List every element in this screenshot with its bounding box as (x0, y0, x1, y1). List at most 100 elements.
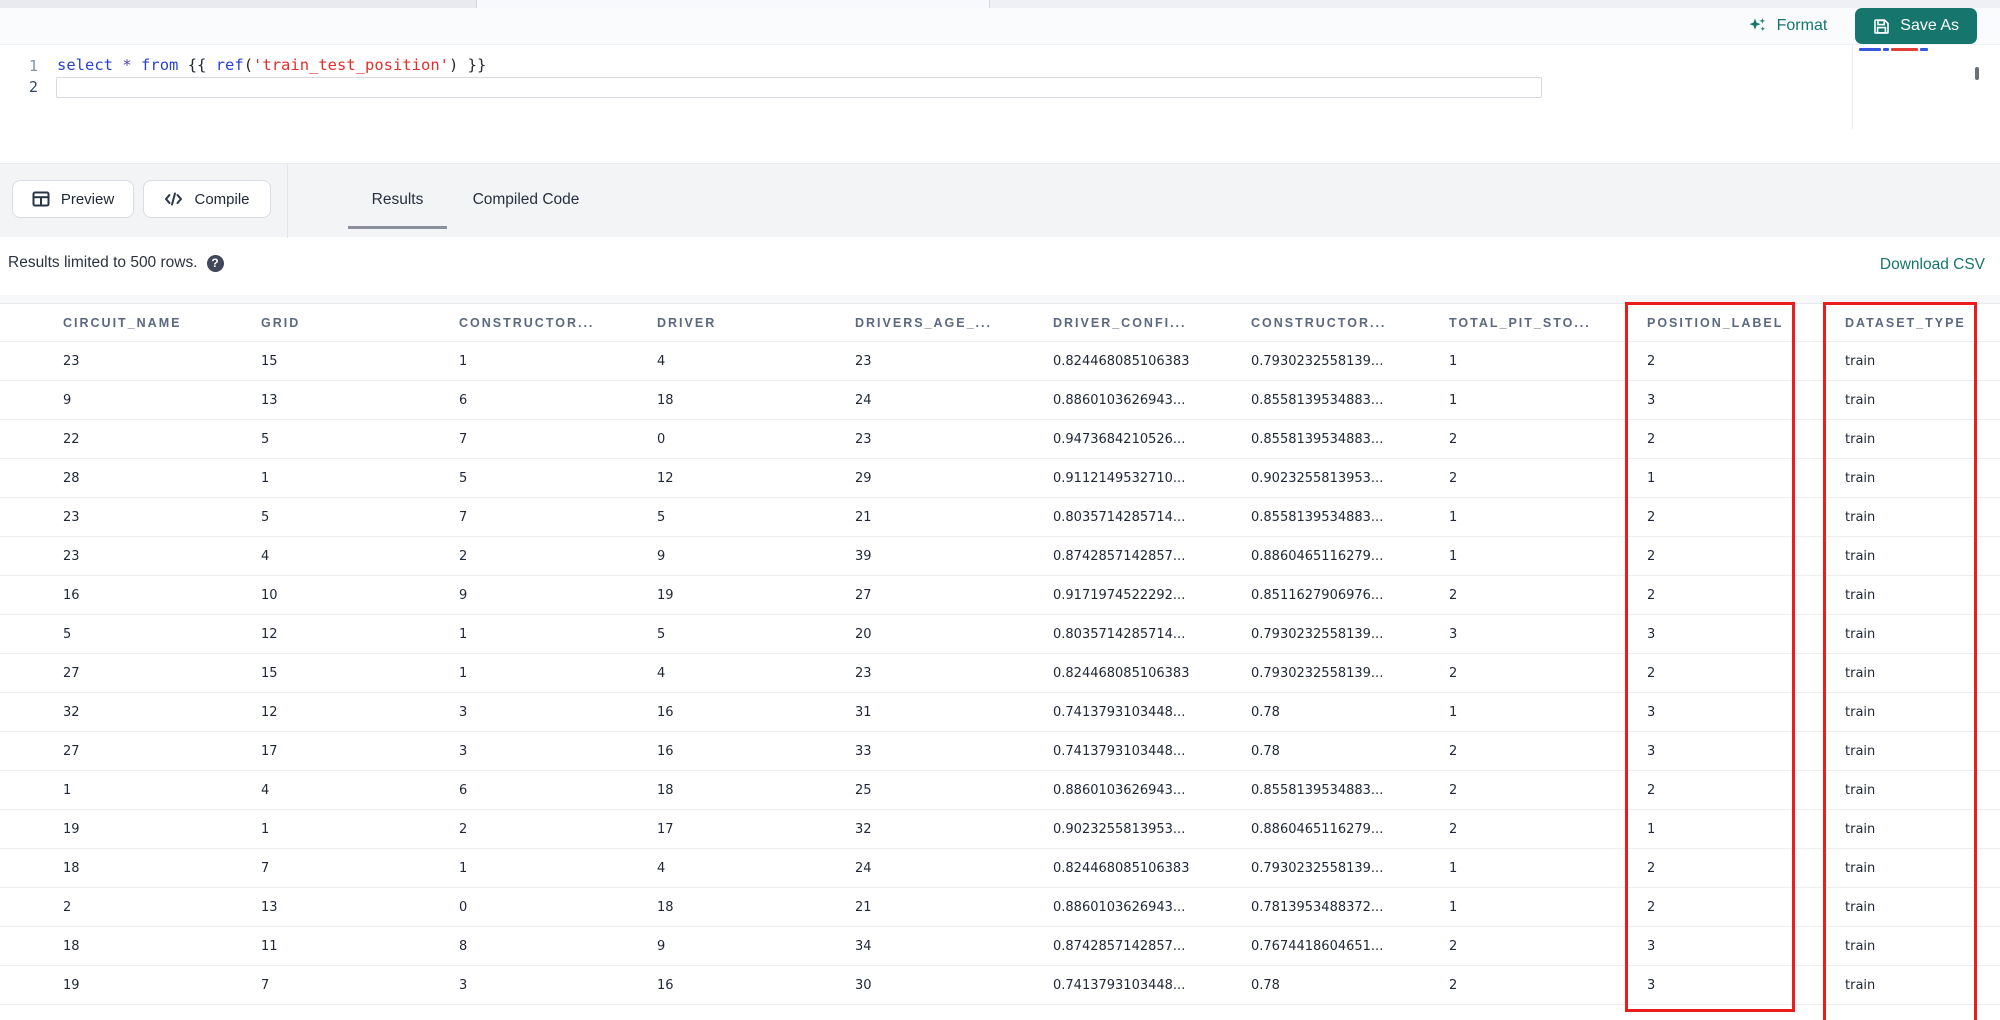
table-cell: 9 (459, 587, 468, 603)
table-cell: 23 (855, 431, 872, 447)
column-header: POSITION_LABEL (1647, 315, 1784, 330)
file-tab-active[interactable] (477, 0, 990, 8)
table-cell: train (1845, 665, 1876, 681)
table-cell: 15 (261, 353, 278, 369)
table-cell: 2 (1647, 899, 1656, 915)
table-cell: 2 (1449, 821, 1458, 837)
table-row: 16 10 9 19 27 0.9171974522292... 0.85116279069… (0, 576, 2000, 615)
table-cell: 19 (63, 821, 80, 837)
table-cell: train (1845, 431, 1876, 447)
save-icon (1873, 18, 1890, 35)
table-cell: 7 (459, 509, 468, 525)
column-header: DATASET_TYPE (1845, 315, 1966, 330)
tab-compiled-code[interactable]: Compiled Code (455, 164, 597, 235)
table-cell: 0.9112149532710... (1053, 470, 1186, 486)
active-line-highlight[interactable] (56, 77, 1542, 98)
table-row: 9 13 6 18 24 0.8860103626943... 0.855813953488… (0, 381, 2000, 420)
table-row: 5 12 1 5 20 0.8035714285714... 0.7930232558139… (0, 615, 2000, 654)
file-tab-right[interactable] (990, 0, 2000, 8)
table-cell: 0.8860465116279... (1251, 548, 1384, 564)
table-cell: 9 (63, 392, 72, 408)
table-row: 22 5 7 0 23 0.9473684210526... 0.8558139534883… (0, 420, 2000, 459)
table-cell: train (1845, 899, 1876, 915)
code-icon (164, 191, 183, 207)
compile-button[interactable]: Compile (143, 180, 271, 218)
table-cell: 20 (855, 626, 872, 642)
table-cell: 1 (1449, 548, 1458, 564)
table-cell: 21 (855, 899, 872, 915)
file-tab-strip (0, 0, 2000, 8)
table-cell: train (1845, 743, 1876, 759)
table-cell: 18 (657, 782, 674, 798)
line-number-gutter: 1 2 (0, 56, 38, 98)
download-csv-link[interactable]: Download CSV (1880, 256, 1985, 274)
code-token: }} (458, 56, 487, 74)
results-toolbar: Preview Compile Results Compiled Code (0, 163, 2000, 238)
line-number-1: 1 (28, 57, 38, 75)
table-cell: 0.8558139534883... (1251, 392, 1384, 408)
table-cell: 0.8558139534883... (1251, 782, 1384, 798)
table-cell: 1 (1449, 899, 1458, 915)
table-cell: train (1845, 704, 1876, 720)
results-limit-text: Results limited to 500 rows. (8, 254, 198, 271)
table-cell: 0.824468085106383 (1053, 860, 1190, 876)
editor-scrollbar-thumb[interactable] (1975, 67, 1979, 80)
table-cell: 2 (1449, 431, 1458, 447)
format-button[interactable]: Format (1748, 17, 1827, 35)
table-cell: 23 (63, 353, 80, 369)
table-cell: 17 (261, 743, 278, 759)
table-cell: 0.9171974522292... (1053, 587, 1186, 603)
results-table: CIRCUIT_NAME GRID CONSTRUCTOR... DRIVER DRIV… (0, 303, 2000, 1005)
table-cell: 0.7930232558139... (1251, 860, 1384, 876)
table-cell: 0.7930232558139... (1251, 626, 1384, 642)
code-token: from (141, 56, 179, 74)
table-cell: 1 (1449, 353, 1458, 369)
save-as-button[interactable]: Save As (1855, 8, 1977, 44)
editor-minimap[interactable] (1852, 45, 1985, 129)
table-cell: train (1845, 938, 1876, 954)
table-cell: 0.8511627906976... (1251, 587, 1384, 603)
table-cell: 1 (261, 470, 270, 486)
table-cell: 31 (855, 704, 872, 720)
code-line-1[interactable]: select * from {{ ref('train_test_positio… (57, 55, 486, 76)
table-cell: 2 (1449, 977, 1458, 993)
preview-button[interactable]: Preview (12, 180, 134, 218)
tab-results[interactable]: Results (348, 164, 447, 235)
table-cell: 1 (1449, 860, 1458, 876)
table-cell: 3 (1647, 704, 1656, 720)
table-cell: 6 (459, 392, 468, 408)
table-cell: 5 (261, 431, 270, 447)
code-token: {{ (178, 56, 216, 74)
code-token: 'train_test_position' (253, 56, 449, 74)
table-cell: 1 (63, 782, 72, 798)
table-cell: 3 (1647, 938, 1656, 954)
table-cell: 0.78 (1251, 743, 1280, 759)
table-row: 19 7 3 16 30 0.7413793103448... 0.78 2 3 train (0, 966, 2000, 1005)
editor-header-bar: Format Save As (0, 8, 2000, 45)
table-cell: 2 (1449, 938, 1458, 954)
table-row: 28 1 5 12 29 0.9112149532710... 0.902325581395… (0, 459, 2000, 498)
table-cell: 2 (1647, 665, 1656, 681)
table-cell: train (1845, 587, 1876, 603)
table-cell: 3 (459, 743, 468, 759)
table-cell: train (1845, 782, 1876, 798)
table-cell: 23 (855, 665, 872, 681)
table-cell: train (1845, 392, 1876, 408)
table-cell: 2 (1449, 470, 1458, 486)
table-cell: 13 (261, 899, 278, 915)
table-cell: 16 (657, 704, 674, 720)
help-icon[interactable]: ? (206, 254, 224, 272)
code-editor[interactable]: 1 2 select * from {{ ref('train_test_pos… (0, 45, 2000, 163)
table-cell: 24 (855, 860, 872, 876)
table-cell: 12 (657, 470, 674, 486)
table-cell: 2 (1647, 860, 1656, 876)
file-tab-left[interactable] (0, 0, 477, 8)
table-cell: 7 (261, 977, 270, 993)
toolbar-divider (287, 164, 288, 238)
table-cell: 0.7413793103448... (1053, 743, 1186, 759)
table-cell: 5 (261, 509, 270, 525)
table-cell: 0.9023255813953... (1053, 821, 1186, 837)
code-token: ref (215, 56, 244, 74)
table-cell: 4 (657, 665, 666, 681)
